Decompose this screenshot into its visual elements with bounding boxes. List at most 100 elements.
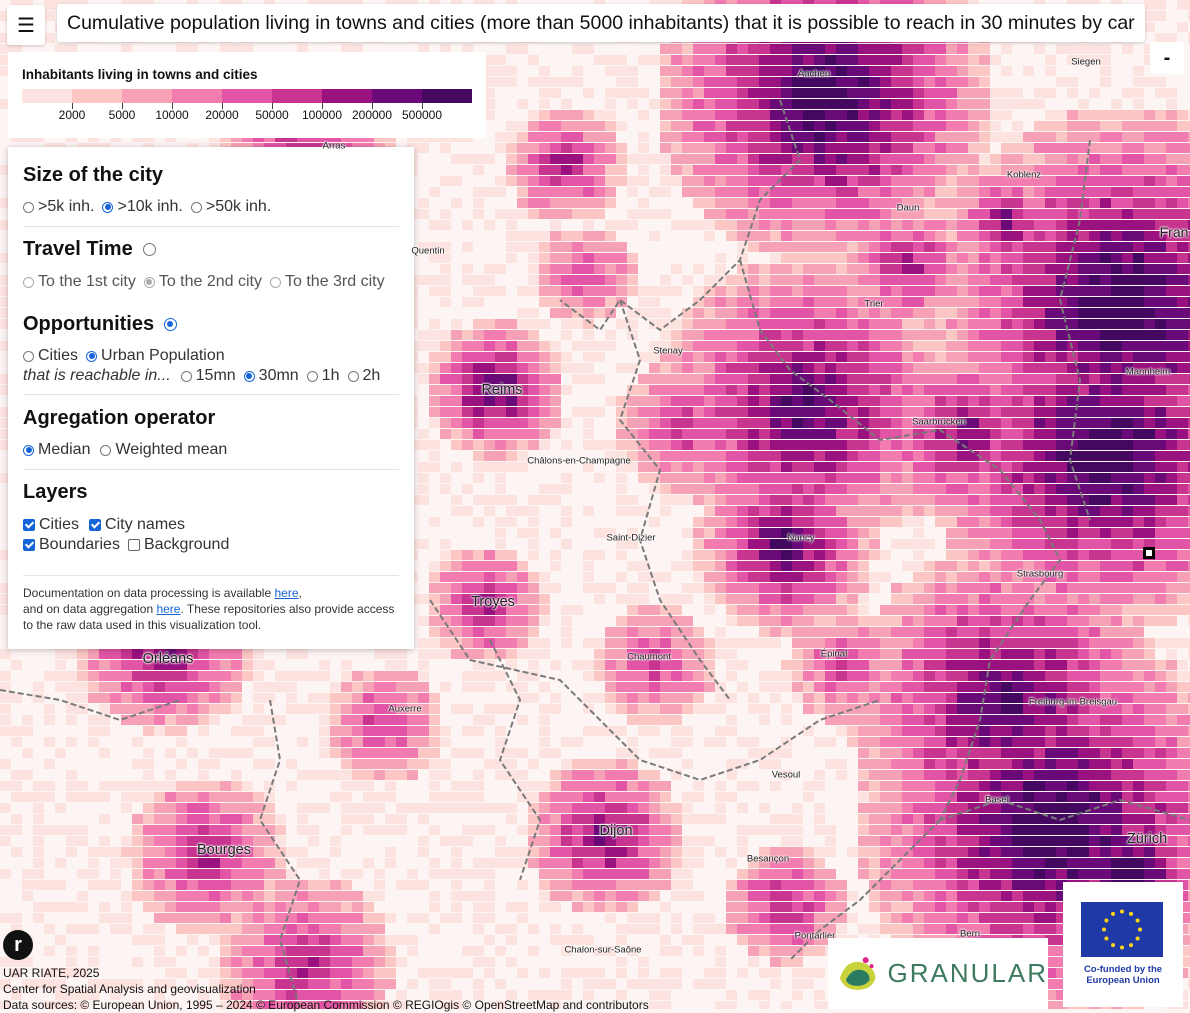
grid-cell xyxy=(715,363,726,373)
grid-cell xyxy=(1078,275,1089,285)
grid-cell xyxy=(594,121,605,131)
grid-cell xyxy=(1078,627,1089,637)
grid-cell xyxy=(1001,275,1012,285)
grid-cell xyxy=(891,297,902,307)
grid-cell xyxy=(154,682,165,692)
grid-cell xyxy=(638,198,649,208)
grid-cell xyxy=(561,154,572,164)
grid-cell xyxy=(924,440,935,450)
grid-cell xyxy=(715,407,726,417)
grid-cell xyxy=(847,517,858,527)
grid-cell xyxy=(748,176,759,186)
grid-cell xyxy=(737,528,748,538)
grid-cell xyxy=(572,176,583,186)
grid-cell xyxy=(946,550,957,560)
grid-cell xyxy=(968,495,979,505)
grid-cell xyxy=(781,583,792,593)
grid-cell xyxy=(473,440,484,450)
grid-cell xyxy=(528,495,539,505)
grid-cell xyxy=(946,264,957,274)
grid-cell xyxy=(1111,517,1122,527)
grid-cell xyxy=(616,484,627,494)
grid-cell xyxy=(1012,682,1023,692)
grid-cell xyxy=(1122,352,1133,362)
grid-cell xyxy=(836,451,847,461)
grid-cell xyxy=(737,539,748,549)
grid-cell xyxy=(1056,451,1067,461)
grid-cell xyxy=(1100,396,1111,406)
grid-cell xyxy=(902,297,913,307)
grid-cell xyxy=(759,363,770,373)
grid-cell xyxy=(440,407,451,417)
grid-cell xyxy=(1078,671,1089,681)
grid-cell xyxy=(495,550,506,560)
grid-cell xyxy=(913,44,924,54)
grid-cell xyxy=(1100,198,1111,208)
grid-cell xyxy=(660,121,671,131)
grid-cell xyxy=(759,671,770,681)
grid-cell xyxy=(1078,451,1089,461)
grid-cell xyxy=(1111,561,1122,571)
grid-cell xyxy=(935,176,946,186)
grid-cell xyxy=(836,440,847,450)
grid-cell xyxy=(594,583,605,593)
grid-cell xyxy=(748,55,759,65)
grid-cell xyxy=(1023,66,1034,76)
grid-cell xyxy=(1001,517,1012,527)
grid-cell xyxy=(891,330,902,340)
grid-cell xyxy=(451,594,462,604)
grid-cell xyxy=(1144,176,1155,186)
grid-cell xyxy=(1133,132,1144,142)
grid-cell xyxy=(1045,66,1056,76)
grid-cell xyxy=(880,242,891,252)
grid-cell xyxy=(781,385,792,395)
grid-cell xyxy=(1177,429,1188,439)
grid-cell xyxy=(1056,253,1067,263)
grid-cell xyxy=(990,539,1001,549)
grid-cell xyxy=(473,495,484,505)
grid-cell xyxy=(979,374,990,384)
grid-cell xyxy=(792,44,803,54)
grid-cell xyxy=(891,275,902,285)
grid-cell xyxy=(968,66,979,76)
grid-cell xyxy=(671,407,682,417)
grid-cell xyxy=(638,154,649,164)
grid-cell xyxy=(341,671,352,681)
grid-cell xyxy=(1111,451,1122,461)
grid-cell xyxy=(924,121,935,131)
grid-cell xyxy=(759,352,770,362)
grid-cell xyxy=(1067,649,1078,659)
grid-cell xyxy=(1155,198,1166,208)
grid-cell xyxy=(825,572,836,582)
grid-cell xyxy=(979,132,990,142)
grid-cell xyxy=(957,264,968,274)
grid-cell xyxy=(572,44,583,54)
grid-cell xyxy=(1166,473,1177,483)
grid-cell xyxy=(440,649,451,659)
grid-cell xyxy=(583,638,594,648)
grid-cell xyxy=(693,88,704,98)
grid-cell xyxy=(803,209,814,219)
grid-cell xyxy=(1045,220,1056,230)
grid-cell xyxy=(1122,264,1133,274)
grid-cell xyxy=(990,363,1001,373)
grid-cell xyxy=(451,605,462,615)
grid-cell xyxy=(869,506,880,516)
grid-cell xyxy=(1089,374,1100,384)
grid-cell xyxy=(770,330,781,340)
grid-cell xyxy=(1034,385,1045,395)
grid-cell xyxy=(770,44,781,54)
grid-cell xyxy=(935,649,946,659)
grid-cell xyxy=(704,484,715,494)
grid-cell xyxy=(902,77,913,87)
grid-cell xyxy=(792,231,803,241)
grid-cell xyxy=(946,341,957,351)
grid-cell xyxy=(429,418,440,428)
grid-cell xyxy=(1166,253,1177,263)
grid-cell xyxy=(913,176,924,186)
grid-cell xyxy=(968,187,979,197)
grid-cell xyxy=(957,660,968,670)
grid-cell xyxy=(990,121,1001,131)
grid-cell xyxy=(1155,660,1166,670)
grid-cell xyxy=(1078,473,1089,483)
